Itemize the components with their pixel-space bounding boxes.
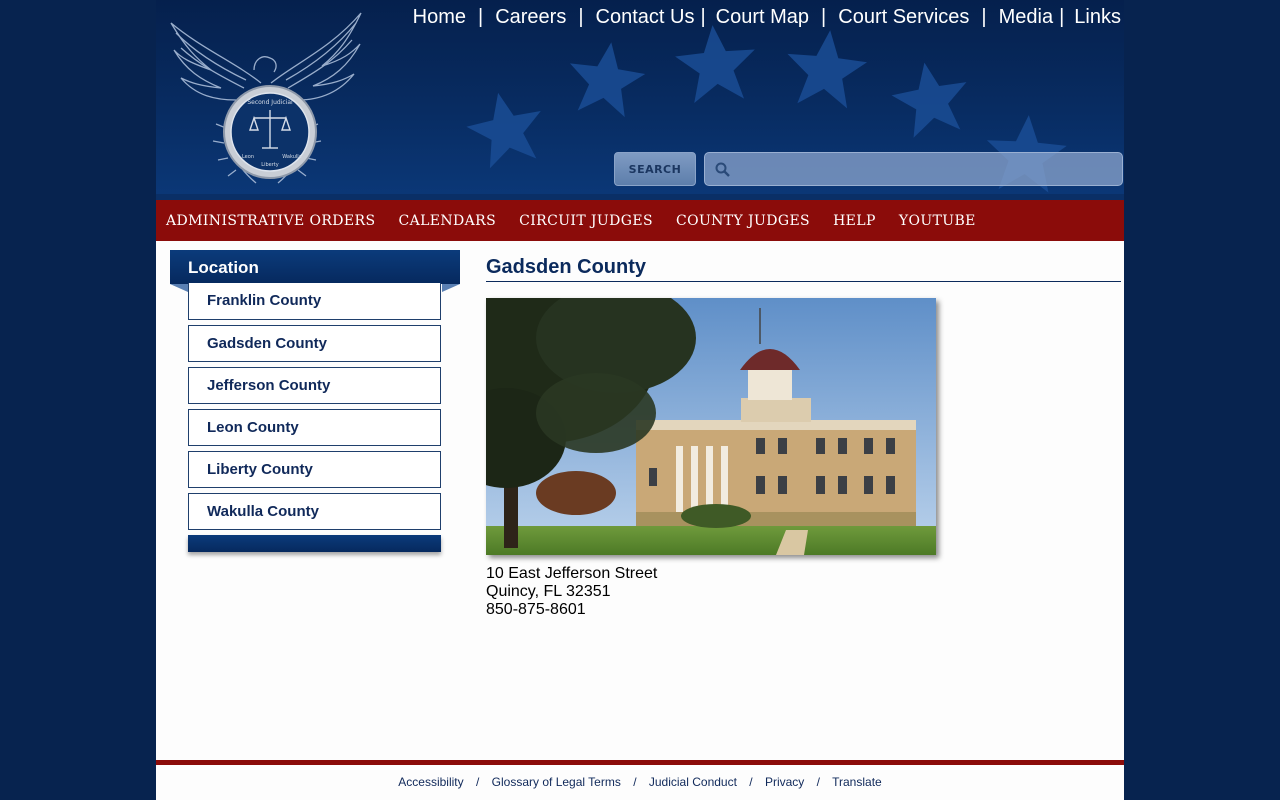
sidebar-footer-bar [188, 535, 441, 552]
footer-link-privacy[interactable]: Privacy [765, 775, 804, 789]
footer-separator: / [749, 775, 753, 789]
address-city: Quincy, FL 32351 [486, 583, 611, 600]
sidebar-item-leon-county[interactable]: Leon County [188, 409, 441, 446]
footer-link-glossary[interactable]: Glossary of Legal Terms [492, 775, 621, 789]
main-nav-circuit-judges[interactable]: CIRCUIT JUDGES [519, 213, 653, 229]
top-nav: Home | Careers | Contact Us | Court Map … [413, 4, 1121, 30]
address-block: 10 East Jefferson Street Quincy, FL 3235… [486, 565, 657, 619]
footer-link-judicial-conduct[interactable]: Judicial Conduct [649, 775, 737, 789]
nav-separator: | [1059, 5, 1065, 28]
svg-text:Second Judicial: Second Judicial [247, 99, 293, 106]
nav-separator: | [981, 5, 987, 28]
eagle-seal-icon: Second Judicial Leon Wakulla Liberty [166, 8, 366, 198]
footer-link-accessibility[interactable]: Accessibility [398, 775, 463, 789]
main-nav-youtube[interactable]: YOUTUBE [899, 213, 976, 229]
nav-separator: | [477, 5, 484, 28]
footer-links: Accessibility / Glossary of Legal Terms … [156, 775, 1124, 789]
nav-separator: | [821, 5, 827, 28]
address-street: 10 East Jefferson Street [486, 565, 658, 582]
county-list: Franklin County Gadsden County Jefferson… [188, 283, 441, 535]
main-nav: ADMINISTRATIVE ORDERS CALENDARS CIRCUIT … [156, 200, 1124, 241]
address-phone: 850-875-8601 [486, 601, 586, 618]
footer-separator: / [633, 775, 637, 789]
main-nav-calendars[interactable]: CALENDARS [398, 213, 496, 229]
svg-text:Wakulla: Wakulla [282, 154, 301, 160]
courthouse-photo [486, 298, 936, 555]
main-nav-administrative-orders[interactable]: ADMINISTRATIVE ORDERS [166, 213, 375, 229]
footer-separator: / [816, 775, 820, 789]
nav-separator: | [700, 5, 706, 28]
main-nav-county-judges[interactable]: COUNTY JUDGES [676, 213, 810, 229]
top-nav-media[interactable]: Media [999, 6, 1053, 29]
footer-link-translate[interactable]: Translate [832, 775, 882, 789]
page-container: Second Judicial Leon Wakulla Liberty Hom… [156, 0, 1124, 800]
main-nav-help[interactable]: HELP [833, 213, 876, 229]
nav-separator: | [578, 5, 584, 28]
search-button[interactable]: SEARCH [614, 152, 696, 186]
top-nav-careers[interactable]: Careers [495, 6, 566, 29]
search-input[interactable] [739, 157, 1114, 181]
site-header: Second Judicial Leon Wakulla Liberty Hom… [156, 0, 1124, 200]
sidebar-item-liberty-county[interactable]: Liberty County [188, 451, 441, 488]
sidebar-title: Location [170, 250, 460, 284]
svg-text:Liberty: Liberty [261, 162, 278, 168]
search-icon [715, 162, 731, 183]
top-nav-court-map[interactable]: Court Map [716, 6, 809, 29]
sidebar-item-franklin-county[interactable]: Franklin County [188, 283, 441, 320]
sidebar-item-gadsden-county[interactable]: Gadsden County [188, 325, 441, 362]
sidebar-ribbon-fold [170, 284, 188, 292]
footer-divider [156, 760, 1124, 765]
svg-text:Leon: Leon [242, 154, 254, 160]
footer-separator: / [475, 775, 480, 789]
top-nav-contact-us[interactable]: Contact Us [596, 6, 695, 29]
page-title: Gadsden County [486, 256, 1121, 282]
top-nav-court-services[interactable]: Court Services [838, 6, 969, 29]
sidebar-ribbon-fold [442, 284, 460, 292]
top-nav-home[interactable]: Home [413, 6, 466, 29]
sidebar-item-jefferson-county[interactable]: Jefferson County [188, 367, 441, 404]
top-nav-links[interactable]: Links [1074, 6, 1121, 29]
search-field [704, 152, 1123, 186]
sidebar-item-wakulla-county[interactable]: Wakulla County [188, 493, 441, 530]
